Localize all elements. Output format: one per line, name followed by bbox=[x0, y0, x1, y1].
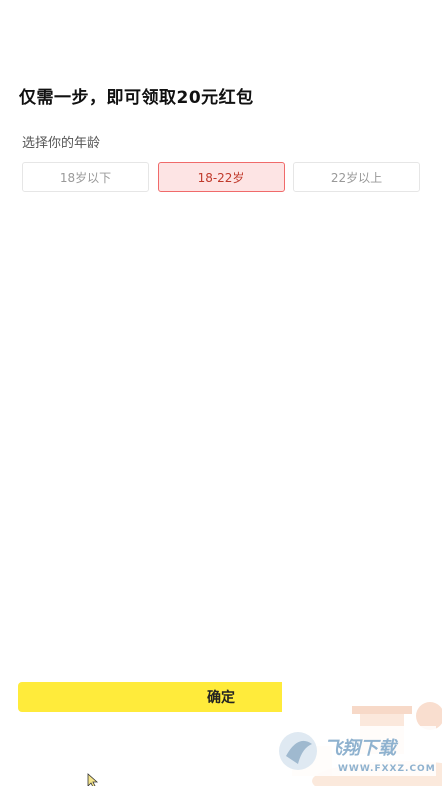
age-option-over-22[interactable]: 22岁以上 bbox=[293, 162, 420, 192]
watermark-logo: 飞翔下载 WWW.FXXZ.COM bbox=[276, 726, 436, 776]
age-options: 18岁以下 18-22岁 22岁以上 bbox=[22, 162, 420, 192]
age-selection-screen: 仅需一步，即可领取20元红包 选择你的年龄 18岁以下 18-22岁 22岁以上… bbox=[0, 0, 442, 786]
page-title: 仅需一步，即可领取20元红包 bbox=[19, 88, 254, 108]
svg-text:飞翔下载: 飞翔下载 bbox=[324, 738, 399, 759]
age-option-label: 18岁以下 bbox=[59, 170, 112, 185]
confirm-button-label: 确定 bbox=[207, 690, 235, 706]
age-option-under-18[interactable]: 18岁以下 bbox=[22, 162, 149, 192]
age-option-label: 22岁以上 bbox=[330, 170, 383, 185]
mouse-cursor-icon bbox=[87, 773, 99, 786]
age-option-label: 18-22岁 bbox=[197, 170, 245, 185]
svg-text:WWW.FXXZ.COM: WWW.FXXZ.COM bbox=[338, 764, 436, 774]
age-option-18-22[interactable]: 18-22岁 bbox=[157, 162, 285, 192]
age-section-label: 选择你的年龄 bbox=[22, 136, 101, 151]
